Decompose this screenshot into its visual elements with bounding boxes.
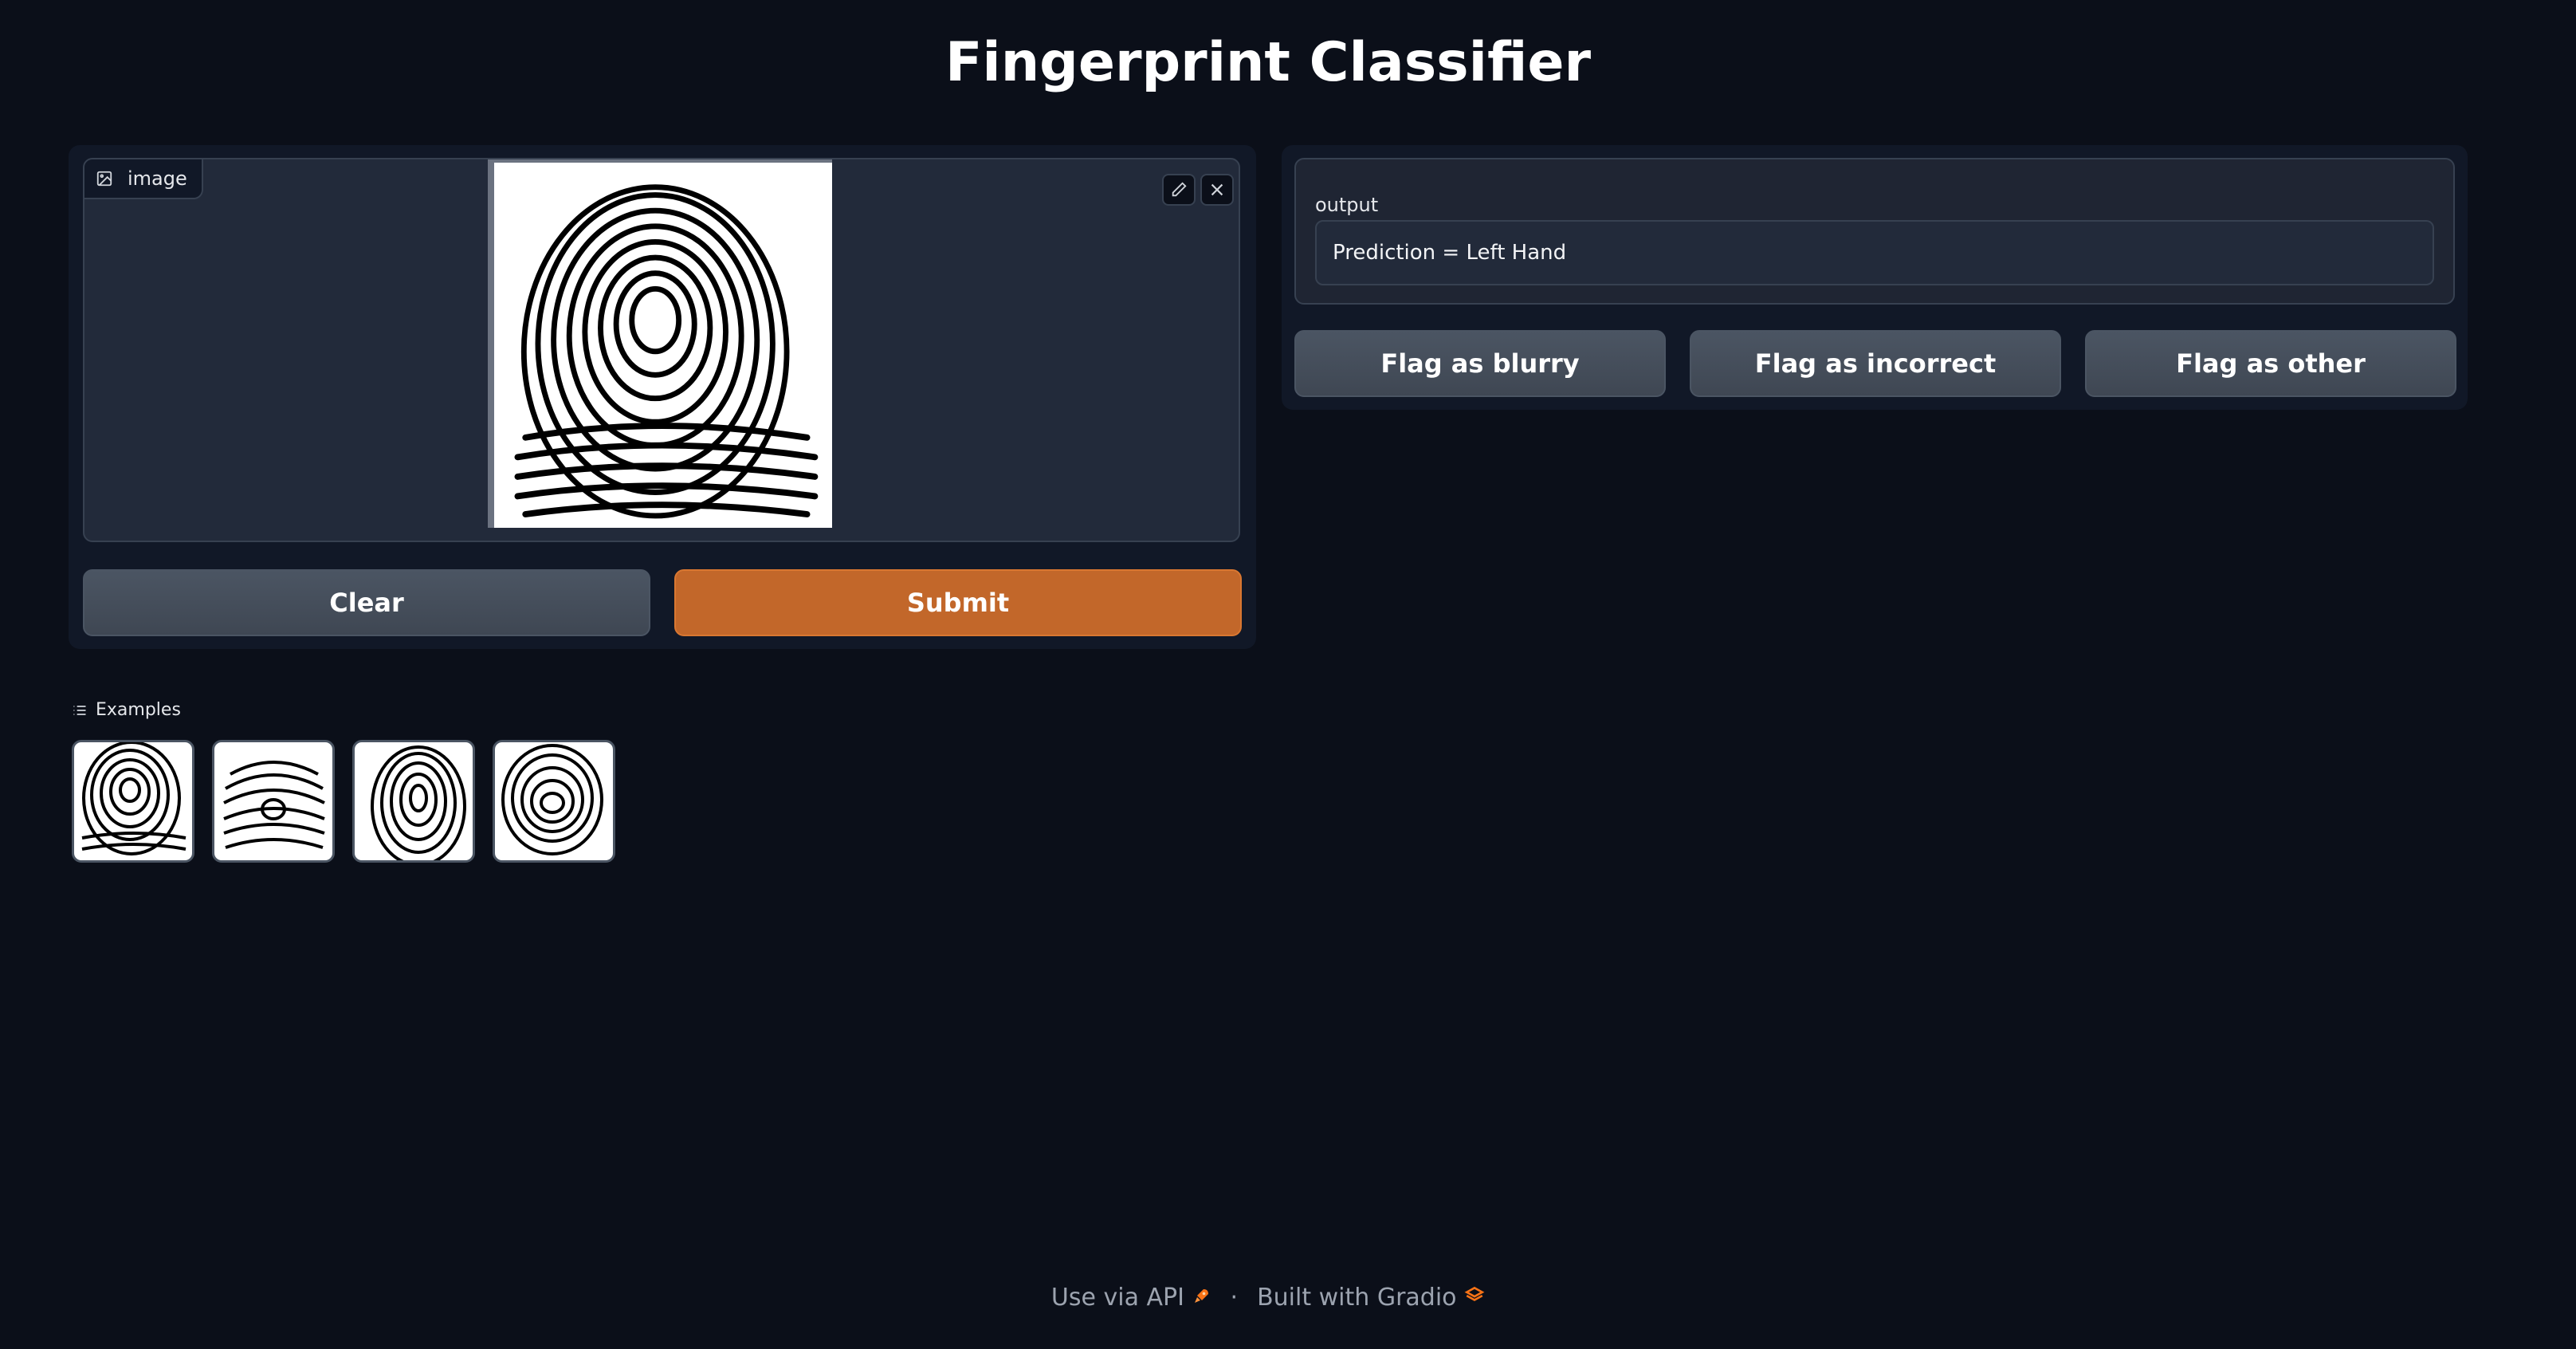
fingerprint-example-1	[81, 742, 187, 855]
pencil-icon	[1172, 182, 1187, 197]
api-link[interactable]: Use via API	[1051, 1284, 1211, 1312]
gradio-link-text: Built with Gradio	[1257, 1284, 1457, 1312]
clear-button[interactable]: Clear	[83, 569, 650, 636]
fingerprint-example-4	[501, 744, 603, 855]
flag-other-button[interactable]: Flag as other	[2085, 330, 2456, 397]
examples-label: Examples	[96, 700, 181, 720]
api-link-text: Use via API	[1050, 1284, 1184, 1312]
input-panel: image Clear Submit	[69, 145, 1256, 649]
flag-incorrect-button[interactable]: Flag as incorrect	[1690, 330, 2061, 397]
example-thumbnail-1[interactable]	[72, 740, 194, 863]
image-upload[interactable]: image	[83, 158, 1240, 542]
example-thumbnail-2[interactable]	[212, 740, 335, 863]
image-icon	[96, 171, 112, 187]
flag-blurry-button[interactable]: Flag as blurry	[1294, 330, 1666, 397]
output-textbox[interactable]: Prediction = Left Hand	[1315, 220, 2434, 285]
clear-image-button[interactable]	[1200, 174, 1234, 206]
page: Fingerprint Classifier image Clear Submi…	[0, 0, 2576, 1349]
fingerprint-preview	[488, 159, 832, 528]
image-label-text: image	[128, 167, 187, 190]
edit-image-button[interactable]	[1162, 174, 1196, 206]
rocket-icon	[1194, 1289, 1208, 1303]
list-icon	[73, 705, 86, 715]
output-panel: output Prediction = Left Hand Flag as bl…	[1282, 145, 2468, 410]
examples-header: Examples	[72, 700, 181, 720]
example-thumbnail-3[interactable]	[352, 740, 475, 863]
footer: Use via API · Built with Gradio	[0, 1284, 2536, 1312]
image-label: image	[84, 159, 203, 199]
output-label: output	[1315, 194, 1379, 216]
gradio-logo-icon	[1464, 1286, 1485, 1301]
fingerprint-example-2	[223, 761, 325, 849]
close-icon	[1211, 183, 1223, 196]
gradio-link[interactable]: Built with Gradio	[1257, 1284, 1485, 1312]
footer-separator: ·	[1230, 1284, 1239, 1312]
submit-button[interactable]: Submit	[674, 569, 1242, 636]
page-title: Fingerprint Classifier	[944, 31, 1592, 94]
example-thumbnail-4[interactable]	[493, 740, 615, 863]
output-box: output Prediction = Left Hand	[1294, 158, 2455, 305]
fingerprint-example-3	[371, 745, 466, 860]
